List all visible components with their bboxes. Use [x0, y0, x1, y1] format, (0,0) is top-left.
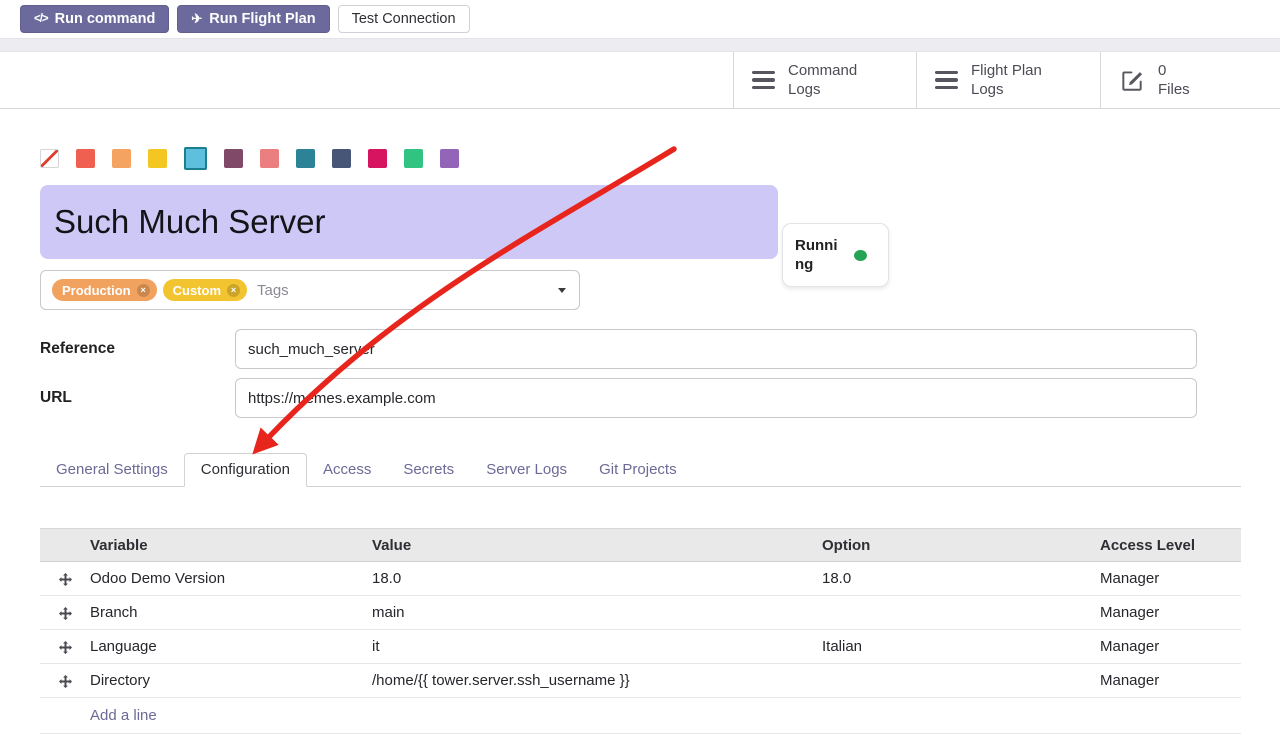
plane-icon: ✈ [191, 11, 202, 27]
table-row: Branch main Manager [40, 596, 1241, 630]
cell-option[interactable]: 18.0 [822, 562, 1100, 596]
column-header-variable: Variable [90, 529, 372, 562]
cell-value[interactable]: /home/{{ tower.server.ssh_username }} [372, 664, 822, 698]
status-running-button[interactable]: Running [782, 223, 889, 287]
table-row: Language it Italian Manager [40, 630, 1241, 664]
flight-plan-logs-button[interactable]: Flight Plan Logs [916, 52, 1100, 108]
breadcrumb-bar [0, 38, 1280, 52]
add-line-link[interactable]: Add a line [90, 707, 157, 724]
column-header-access-level: Access Level [1100, 529, 1241, 562]
tags-placeholder: Tags [257, 282, 289, 299]
top-toolbar: </> Run command ✈ Run Flight Plan Test C… [0, 0, 1280, 38]
code-icon: </> [34, 13, 48, 25]
cell-value[interactable]: 18.0 [372, 562, 822, 596]
cell-value[interactable]: it [372, 630, 822, 664]
command-logs-label: Command Logs [788, 61, 857, 99]
color-swatch-green[interactable] [404, 149, 423, 168]
table-row: Odoo Demo Version 18.0 18.0 Manager [40, 562, 1241, 596]
tab-general-settings[interactable]: General Settings [40, 453, 184, 486]
drag-handle-icon[interactable] [40, 664, 90, 698]
drag-handle-icon[interactable] [40, 562, 90, 596]
cell-access-level[interactable]: Manager [1100, 664, 1241, 698]
list-icon [752, 71, 775, 90]
status-dot-icon [854, 250, 867, 261]
tag-remove-icon[interactable]: × [137, 284, 150, 297]
drag-handle-icon[interactable] [40, 596, 90, 630]
form-header: Command Logs Flight Plan Logs 0 Files [0, 52, 1280, 109]
column-header-value: Value [372, 529, 822, 562]
handle-column-header [40, 529, 90, 562]
cell-variable[interactable]: Branch [90, 596, 372, 630]
color-swatch-medium-blue[interactable] [296, 149, 315, 168]
color-swatch-dark-purple[interactable] [224, 149, 243, 168]
test-connection-label: Test Connection [352, 11, 456, 27]
url-label: URL [40, 378, 235, 418]
cell-variable[interactable]: Odoo Demo Version [90, 562, 372, 596]
tag-production[interactable]: Production × [52, 279, 157, 301]
form-sheet: Such Much Server Running Production × Cu… [0, 147, 1280, 734]
color-swatch-salmon[interactable] [260, 149, 279, 168]
tag-custom-label: Custom [173, 283, 221, 298]
flight-plan-logs-label: Flight Plan Logs [971, 61, 1042, 99]
color-swatch-orange[interactable] [112, 149, 131, 168]
status-label: Running [795, 236, 845, 274]
tags-input[interactable]: Production × Custom × Tags [40, 270, 580, 310]
color-swatch-purple[interactable] [440, 149, 459, 168]
tab-server-logs[interactable]: Server Logs [470, 453, 583, 486]
tag-custom[interactable]: Custom × [163, 279, 247, 301]
test-connection-button[interactable]: Test Connection [338, 5, 470, 33]
table-row: Directory /home/{{ tower.server.ssh_user… [40, 664, 1241, 698]
tab-bar: General Settings Configuration Access Se… [40, 453, 1241, 487]
color-swatch-yellow[interactable] [148, 149, 167, 168]
cell-variable[interactable]: Language [90, 630, 372, 664]
cell-option[interactable] [822, 664, 1100, 698]
run-command-label: Run command [55, 11, 156, 27]
cell-option[interactable] [822, 596, 1100, 630]
dropdown-caret-icon[interactable] [558, 288, 566, 293]
tab-access[interactable]: Access [307, 453, 387, 486]
url-field-row: URL [40, 378, 1241, 418]
files-button[interactable]: 0 Files [1100, 52, 1280, 108]
cell-access-level[interactable]: Manager [1100, 596, 1241, 630]
color-swatch-dark-blue[interactable] [332, 149, 351, 168]
run-command-button[interactable]: </> Run command [20, 5, 169, 33]
add-line-row: Add a line [40, 698, 1241, 734]
tab-git-projects[interactable]: Git Projects [583, 453, 693, 486]
reference-input[interactable] [235, 329, 1197, 369]
color-palette [40, 147, 1241, 170]
reference-field-row: Reference [40, 329, 1241, 369]
url-input[interactable] [235, 378, 1197, 418]
reference-label: Reference [40, 329, 235, 369]
cell-option[interactable]: Italian [822, 630, 1100, 664]
run-flight-plan-button[interactable]: ✈ Run Flight Plan [177, 5, 329, 33]
color-swatch-red[interactable] [76, 149, 95, 168]
tag-production-label: Production [62, 283, 131, 298]
tab-secrets[interactable]: Secrets [387, 453, 470, 486]
run-flight-plan-label: Run Flight Plan [209, 11, 315, 27]
table-header-row: Variable Value Option Access Level [40, 529, 1241, 562]
cell-variable[interactable]: Directory [90, 664, 372, 698]
command-logs-button[interactable]: Command Logs [733, 52, 916, 108]
configuration-table: Variable Value Option Access Level Odoo … [40, 528, 1241, 734]
tag-remove-icon[interactable]: × [227, 284, 240, 297]
page: </> Run command ✈ Run Flight Plan Test C… [0, 0, 1280, 734]
color-swatch-fuchsia[interactable] [368, 149, 387, 168]
cell-access-level[interactable]: Manager [1100, 562, 1241, 596]
list-icon [935, 71, 958, 90]
column-header-option: Option [822, 529, 1100, 562]
server-name-input[interactable]: Such Much Server [40, 185, 778, 259]
files-label: 0 Files [1158, 61, 1190, 99]
edit-icon [1119, 67, 1145, 93]
color-swatch-light-blue-selected[interactable] [184, 147, 207, 170]
cell-access-level[interactable]: Manager [1100, 630, 1241, 664]
cell-value[interactable]: main [372, 596, 822, 630]
drag-handle-icon[interactable] [40, 630, 90, 664]
color-swatch-none[interactable] [40, 149, 59, 168]
tab-configuration[interactable]: Configuration [184, 453, 307, 487]
